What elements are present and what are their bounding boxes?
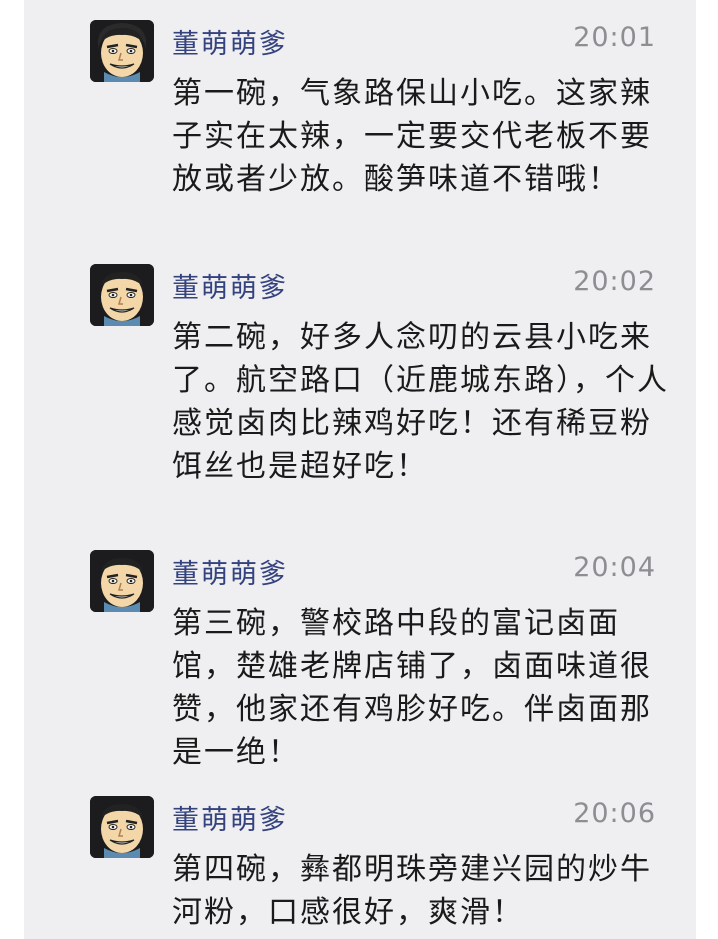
message-text: 第二碗，好多人念叨的云县小吃来了。航空路口（近鹿城东路），个人感觉卤肉比辣鸡好吃… xyxy=(172,320,669,484)
sender-name[interactable]: 董萌萌爹 xyxy=(172,552,288,591)
message-timestamp: 20:02 xyxy=(573,266,656,297)
cartoon-face-avatar-icon[interactable] xyxy=(90,796,154,858)
cartoon-face-avatar-icon[interactable] xyxy=(90,264,154,326)
cartoon-face-avatar-icon[interactable] xyxy=(90,20,154,82)
cartoon-face-avatar-icon[interactable] xyxy=(90,550,154,612)
sender-name[interactable]: 董萌萌爹 xyxy=(172,798,288,837)
message-text: 第四碗，彝都明珠旁建兴园的炒牛河粉，口感很好，爽滑！ xyxy=(172,852,652,930)
message-timestamp: 20:06 xyxy=(573,798,656,829)
message-timestamp: 20:01 xyxy=(573,22,656,53)
chat-panel: 董萌萌爹 20:01 第一碗，气象路保山小吃。这家辣子实在太辣，一定要交代老板不… xyxy=(24,0,696,939)
sender-name[interactable]: 董萌萌爹 xyxy=(172,266,288,305)
sender-name[interactable]: 董萌萌爹 xyxy=(172,22,288,61)
message-text: 第三碗，警校路中段的富记卤面馆，楚雄老牌店铺了，卤面味道很赞，他家还有鸡胗好吃。… xyxy=(172,606,652,770)
message-text: 第一碗，气象路保山小吃。这家辣子实在太辣，一定要交代老板不要放或者少放。酸笋味道… xyxy=(172,76,652,197)
message-timestamp: 20:04 xyxy=(573,552,656,583)
